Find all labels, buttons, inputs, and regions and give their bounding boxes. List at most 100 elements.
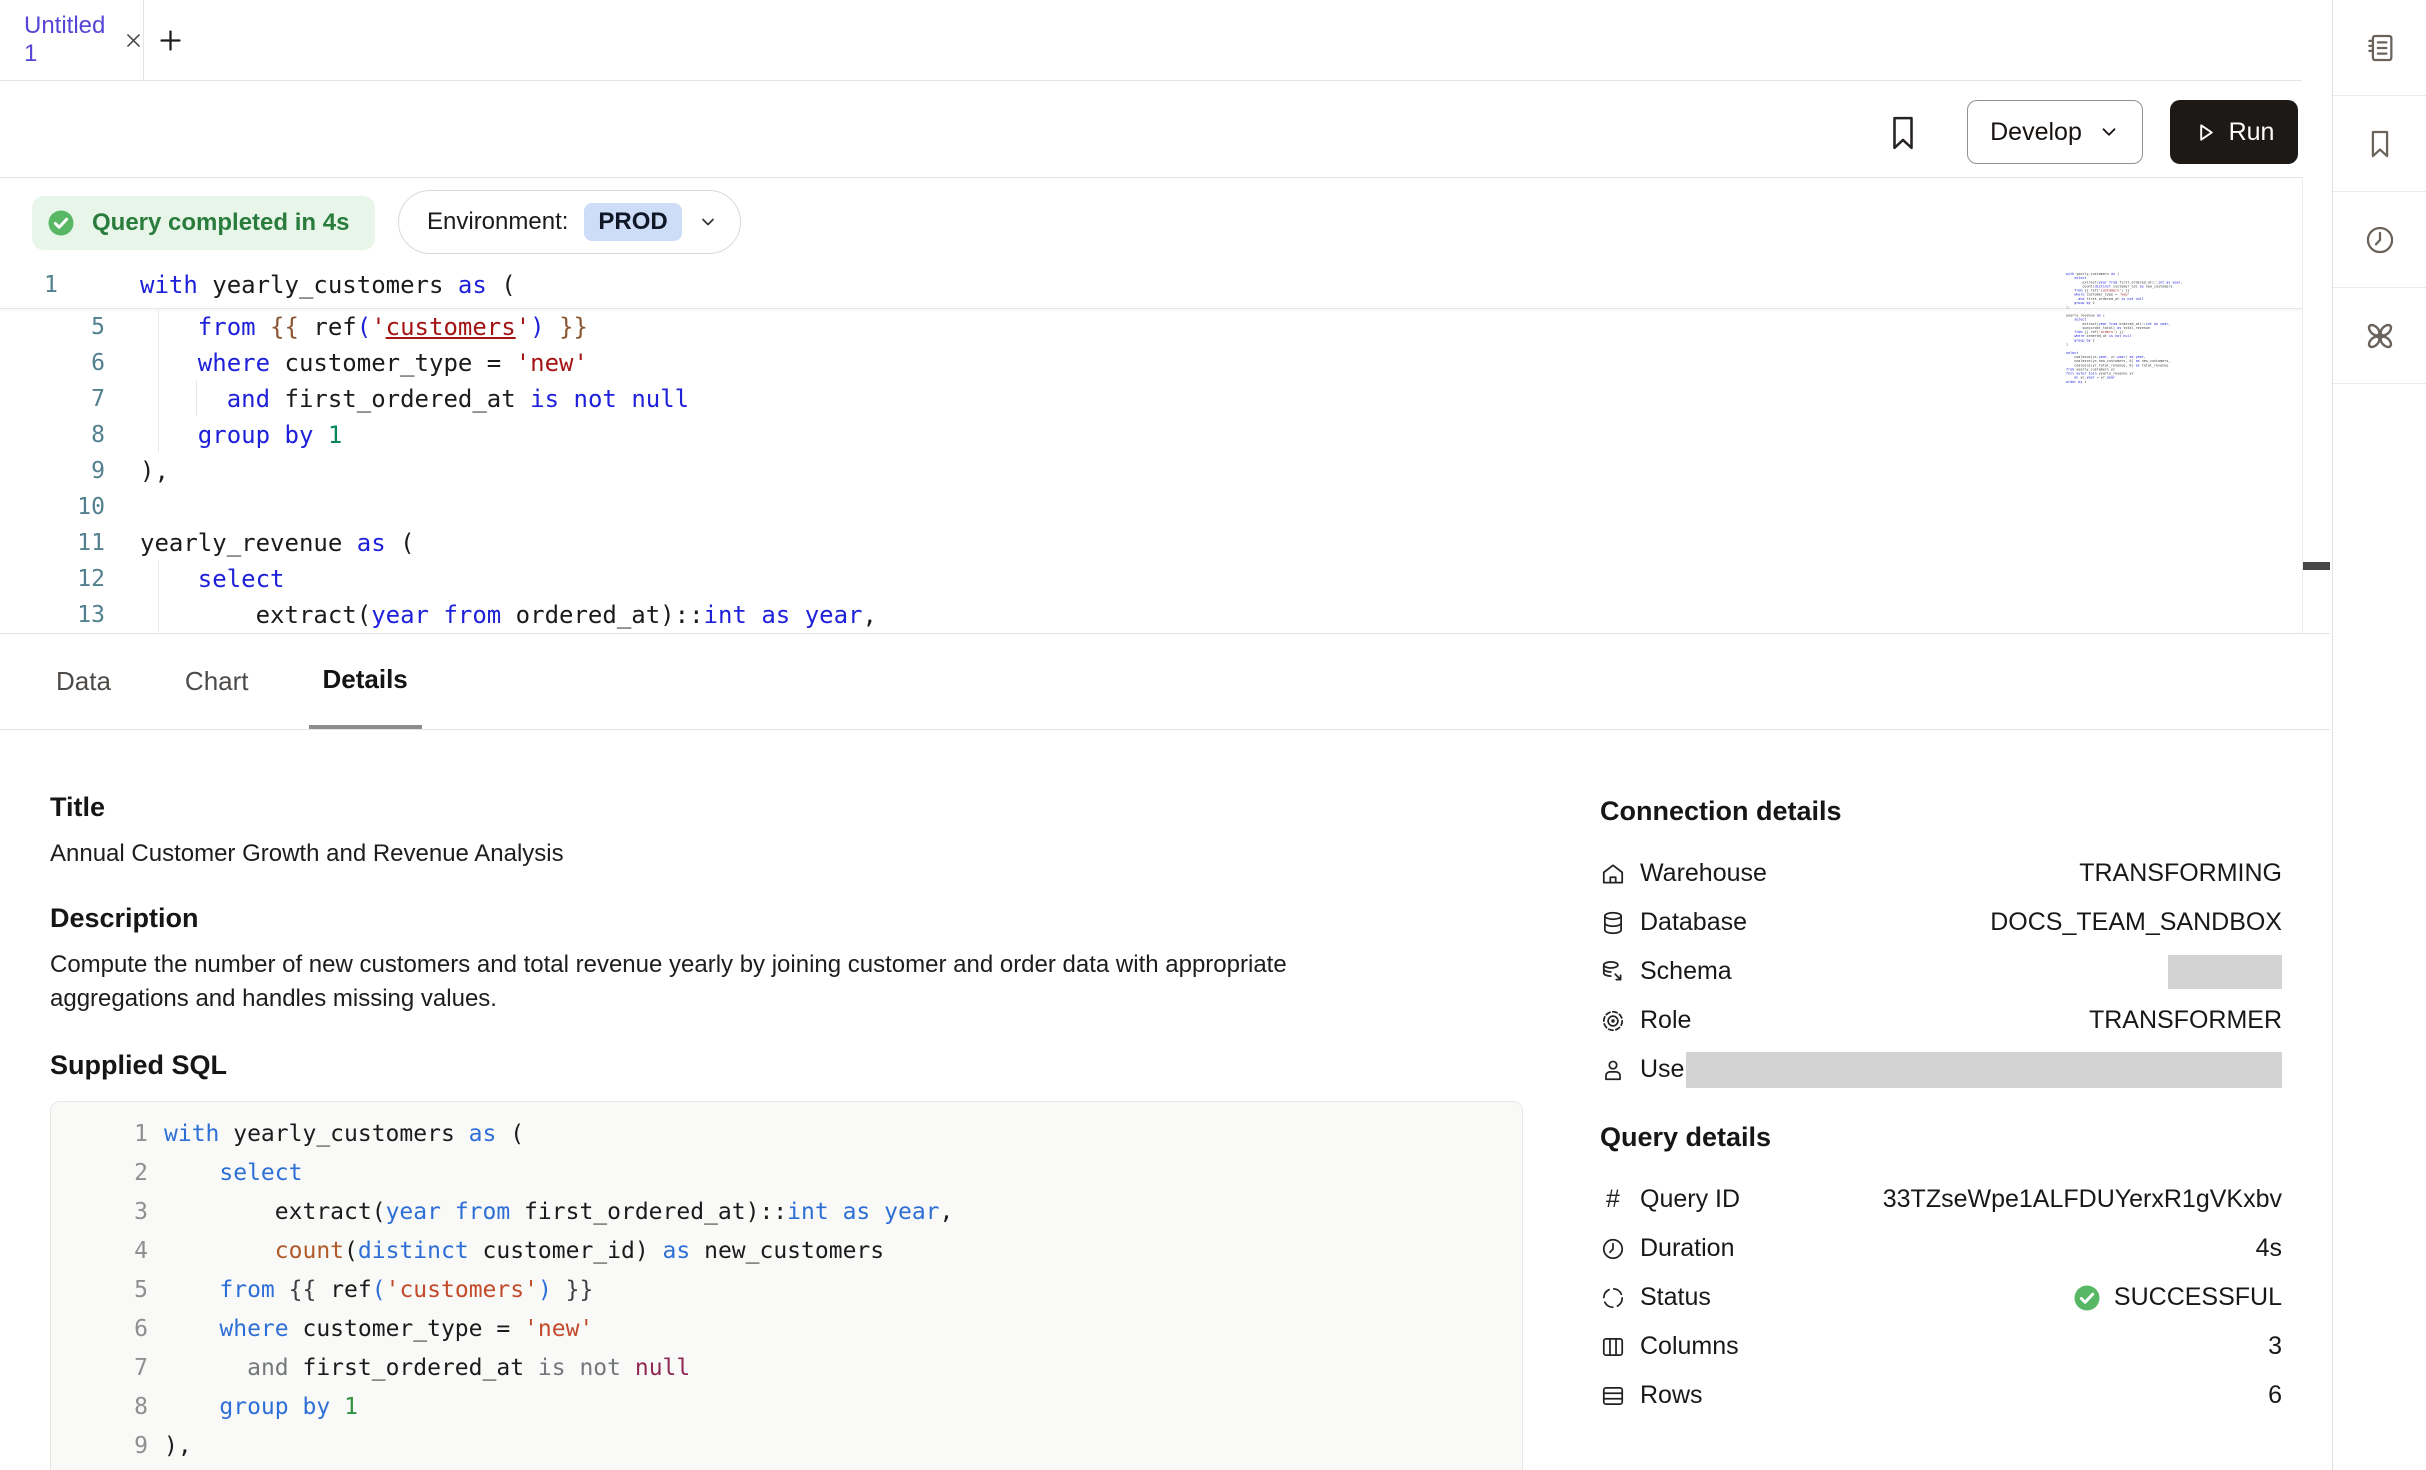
row-label: Query ID <box>1640 1185 1740 1214</box>
title-heading: Title <box>50 792 1525 823</box>
new-tab-button[interactable] <box>152 22 188 58</box>
line-number: 11 <box>0 530 105 556</box>
warehouse-icon <box>1600 861 1626 887</box>
environment-label: Environment: <box>427 208 568 236</box>
query-row-columns: Columns3 <box>1600 1322 2290 1371</box>
chevron-down-icon <box>2098 121 2120 143</box>
toolbar-divider <box>0 177 2302 178</box>
code-line-13[interactable]: 13 extract(year from ordered_at)::int as… <box>0 597 2302 633</box>
code-line-12[interactable]: 12 select <box>0 561 2302 597</box>
history-icon <box>2363 223 2397 257</box>
code-text: and first_ordered_at is not null <box>164 1355 690 1381</box>
duration-icon <box>1600 1236 1626 1262</box>
minimap-line: order by 1 <box>2066 380 2190 384</box>
row-value <box>1686 1052 2290 1088</box>
sql-editor[interactable]: 1with yearly_customers as (5 from {{ ref… <box>0 262 2302 633</box>
row-value: 6 <box>2268 1381 2290 1410</box>
code-line-5[interactable]: 5 from {{ ref('customers') }} <box>0 309 2302 345</box>
row-label-group: Rows <box>1600 1381 1703 1410</box>
row-label: Status <box>1640 1283 1711 1312</box>
close-icon[interactable] <box>124 31 143 50</box>
develop-dropdown[interactable]: Develop <box>1967 100 2143 164</box>
minimap[interactable]: with yearly_customers as ( select extrac… <box>2066 272 2190 386</box>
play-icon <box>2194 121 2217 144</box>
bookmark-button[interactable] <box>1886 114 1922 152</box>
code-text: count(distinct customer_id) as new_custo… <box>164 1238 884 1264</box>
query-details-heading: Query details <box>1600 1122 2290 1153</box>
code-text: select <box>140 565 285 593</box>
sidebar-button-bookmarks[interactable] <box>2333 96 2426 192</box>
connection-details-heading: Connection details <box>1600 796 2290 827</box>
tab-details[interactable]: Details <box>309 634 422 729</box>
code-line-2: 2 select <box>51 1153 1522 1192</box>
success-check-icon <box>2072 1283 2102 1313</box>
code-text: group by 1 <box>164 1394 358 1420</box>
sidebar-button-history[interactable] <box>2333 192 2426 288</box>
develop-label: Develop <box>1990 118 2082 147</box>
query-row-rows: Rows 6 <box>1600 1371 2290 1420</box>
row-value: TRANSFORMING <box>2079 859 2290 888</box>
row-label: Warehouse <box>1640 859 1767 888</box>
row-label-group: User <box>1600 1055 1686 1084</box>
supplied-sql-heading: Supplied SQL <box>50 1050 1525 1081</box>
details-right-column: Connection details Warehouse TRANSFORMING… <box>1600 730 2290 1420</box>
line-number: 1 <box>51 1121 148 1147</box>
code-text: with yearly_customers as ( <box>164 1121 524 1147</box>
environment-selector[interactable]: Environment: PROD <box>398 190 741 254</box>
row-value: 4s <box>2256 1234 2290 1263</box>
row-label-group: Role <box>1600 1006 1691 1035</box>
sidebar-button-copilot[interactable] <box>2333 288 2426 384</box>
query-row-duration: Duration4s <box>1600 1224 2290 1273</box>
code-text: where customer_type = 'new' <box>164 1316 593 1342</box>
hash-icon: # <box>1600 1187 1626 1213</box>
row-value-text: TRANSFORMER <box>2089 1006 2282 1035</box>
sidebar-button-notebook[interactable] <box>2333 0 2426 96</box>
code-line-10[interactable]: 10 <box>0 489 2302 525</box>
code-line-8[interactable]: 8 group by 1 <box>0 417 2302 453</box>
tab-chart[interactable]: Chart <box>171 634 263 729</box>
row-value: SUCCESSFUL <box>2072 1283 2290 1313</box>
columns-icon <box>1600 1334 1626 1360</box>
description-value: Compute the number of new customers and … <box>50 948 1420 1016</box>
ref-link[interactable]: customers <box>386 313 516 341</box>
row-value-text: 6 <box>2268 1381 2282 1410</box>
query-details-rows: # Query ID 33TZseWpe1ALFDUYerxR1gVKxbv Dura… <box>1600 1175 2290 1420</box>
line-number: 13 <box>0 602 105 628</box>
tab-untitled-1[interactable]: Untitled 1 <box>0 0 144 80</box>
line-number: 9 <box>0 458 105 484</box>
code-line-6[interactable]: 6 where customer_type = 'new' <box>0 345 2302 381</box>
code-line-11[interactable]: 11yearly_revenue as ( <box>0 525 2302 561</box>
row-label: User <box>1640 1055 1693 1084</box>
row-value-text: DOCS_TEAM_SANDBOX <box>1990 908 2282 937</box>
code-line-9[interactable]: 9), <box>0 453 2302 489</box>
line-number: 9 <box>51 1433 148 1459</box>
code-line-7[interactable]: 7 and first_ordered_at is not null <box>0 381 2302 417</box>
row-label: Schema <box>1640 957 1732 986</box>
run-button[interactable]: Run <box>2170 100 2298 164</box>
indent-guide <box>196 380 197 416</box>
code-text: group by 1 <box>140 421 342 449</box>
description-heading: Description <box>50 903 1525 934</box>
row-value <box>2168 955 2290 989</box>
code-text: from {{ ref('customers') }} <box>140 313 588 341</box>
right-sidebar <box>2332 0 2426 1470</box>
code-text: where customer_type = 'new' <box>140 349 588 377</box>
editor-scrollbar-thumb[interactable] <box>2303 562 2330 570</box>
row-label-group: Status <box>1600 1283 1711 1312</box>
line-number: 4 <box>51 1238 148 1264</box>
row-value: 33TZseWpe1ALFDUYerxR1gVKxbv <box>1883 1185 2290 1214</box>
rows-icon <box>1600 1383 1626 1409</box>
tab-data[interactable]: Data <box>42 634 125 729</box>
run-label: Run <box>2229 118 2275 147</box>
ref-link[interactable]: customers <box>399 1277 524 1303</box>
code-line-6: 6 where customer_type = 'new' <box>51 1309 1522 1348</box>
toolbar <box>0 81 2302 177</box>
line-number: 12 <box>0 566 105 592</box>
status-icon <box>1600 1285 1626 1311</box>
code-line-1[interactable]: 1with yearly_customers as ( <box>0 262 2302 309</box>
line-number: 7 <box>0 386 105 412</box>
redacted-value <box>2168 955 2282 989</box>
row-label-group: Database <box>1600 908 1747 937</box>
plus-icon <box>157 27 184 54</box>
line-number: 6 <box>51 1316 148 1342</box>
